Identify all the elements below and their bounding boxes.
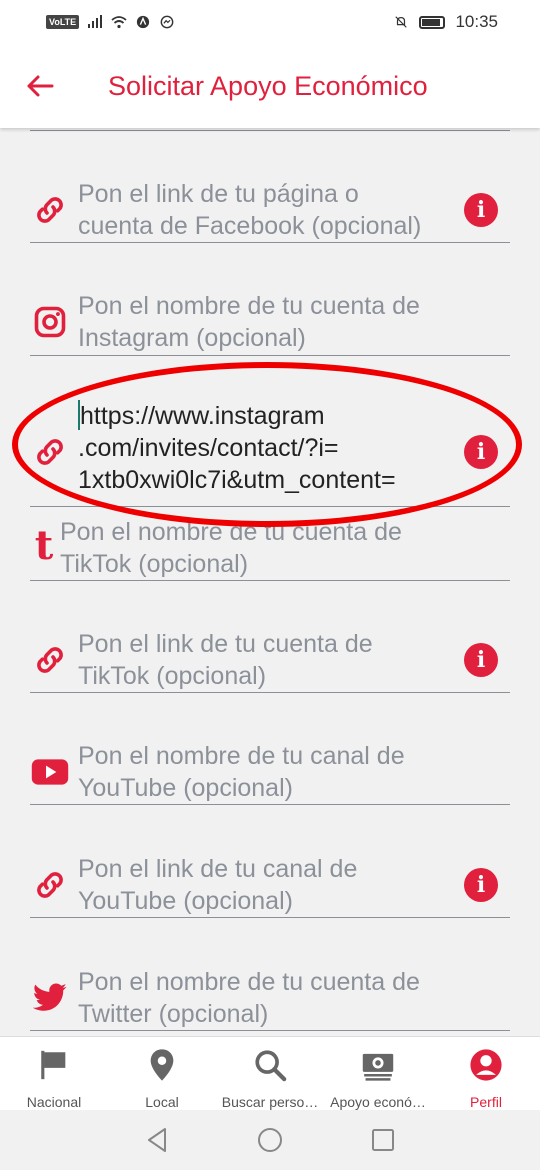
battery-icon xyxy=(419,15,446,29)
placeholder-line-2: Twitter (opcional) xyxy=(78,1000,269,1028)
recents-square-icon[interactable] xyxy=(371,1128,395,1152)
map-pin-icon xyxy=(144,1047,180,1082)
nav-item-nacional[interactable]: Nacional xyxy=(0,1037,108,1110)
instagram-name-placeholder: Pon el nombre de tu cuenta de Instagram … xyxy=(78,290,450,354)
placeholder-line-2: cuenta de Facebook (opcional) xyxy=(78,212,422,240)
instagram-name-field[interactable]: Pon el nombre de tu cuenta de Instagram … xyxy=(30,290,510,356)
profile-icon xyxy=(468,1047,504,1082)
youtube-link-placeholder: Pon el link de tu canal de YouTube (opci… xyxy=(78,853,450,917)
wifi-icon xyxy=(111,16,127,29)
nav-label: Buscar perso… xyxy=(221,1094,319,1110)
home-circle-icon[interactable] xyxy=(257,1127,283,1153)
facebook-link-field[interactable]: Pon el link de tu página o cuenta de Fac… xyxy=(30,178,510,243)
placeholder-line-2: TikTok (opcional) xyxy=(78,662,267,690)
navigation-app-icon xyxy=(137,15,150,29)
messenger-icon xyxy=(160,15,174,29)
nav-label: Apoyo econó… xyxy=(330,1094,426,1110)
tiktok-name-field[interactable]: t Pon el nombre de tu cuenta de TikTok (… xyxy=(30,516,510,581)
status-bar: VoLTE 10:35 xyxy=(0,0,540,44)
instagram-link-value: https://www.instagram .com/invites/conta… xyxy=(78,400,450,496)
system-navigation-bar xyxy=(0,1110,540,1170)
social-links-form: Pon el link de tu página o cuenta de Fac… xyxy=(0,128,540,1036)
youtube-info-button[interactable]: i xyxy=(464,868,498,902)
placeholder-line-2: YouTube (opcional) xyxy=(78,887,293,915)
placeholder-line-1: Pon el nombre de tu cuenta de xyxy=(78,968,420,996)
instagram-icon xyxy=(30,302,70,342)
instagram-link-info-button[interactable]: i xyxy=(464,435,498,469)
link-icon xyxy=(30,432,70,472)
placeholder-line-2: TikTok (opcional) xyxy=(60,550,249,578)
nav-item-local[interactable]: Local xyxy=(108,1037,216,1110)
nav-label: Nacional xyxy=(26,1094,82,1110)
status-left: VoLTE xyxy=(46,15,175,29)
placeholder-line-1: Pon el link de tu página o xyxy=(78,180,359,208)
link-icon xyxy=(30,865,70,905)
placeholder-line-1: Pon el nombre de tu cuenta de xyxy=(60,518,402,546)
volte-badge: VoLTE xyxy=(46,15,80,29)
placeholder-line-2: Instagram (opcional) xyxy=(78,324,306,352)
link-icon xyxy=(30,190,70,230)
placeholder-line-1: Pon el link de tu cuenta de xyxy=(78,630,373,658)
facebook-info-button[interactable]: i xyxy=(464,193,498,227)
youtube-name-field[interactable]: Pon el nombre de tu canal de YouTube (op… xyxy=(30,740,510,805)
tiktok-name-placeholder: Pon el nombre de tu cuenta de TikTok (op… xyxy=(60,516,450,580)
facebook-link-placeholder: Pon el link de tu página o cuenta de Fac… xyxy=(78,178,450,242)
status-time: 10:35 xyxy=(455,12,498,31)
value-line-1-text: https://www.instagram xyxy=(80,402,325,430)
nav-label: Local xyxy=(145,1094,179,1110)
bottom-navigation: Nacional Local Buscar perso… Apoyo econó… xyxy=(0,1036,540,1110)
twitter-name-field[interactable]: Pon el nombre de tu cuenta de Twitter (o… xyxy=(30,966,510,1031)
search-icon xyxy=(252,1047,288,1082)
value-line-2: .com/invites/contact/?i= xyxy=(78,434,339,462)
link-icon xyxy=(30,640,70,680)
back-button[interactable] xyxy=(0,44,80,128)
app-bar: Solicitar Apoyo Económico xyxy=(0,44,540,128)
back-arrow-icon xyxy=(27,75,54,97)
twitter-icon xyxy=(30,978,70,1018)
tiktok-link-placeholder: Pon el link de tu cuenta de TikTok (opci… xyxy=(78,628,450,692)
back-triangle-icon[interactable] xyxy=(145,1127,169,1153)
youtube-link-field[interactable]: Pon el link de tu canal de YouTube (opci… xyxy=(30,853,510,918)
youtube-name-placeholder: Pon el nombre de tu canal de YouTube (op… xyxy=(78,740,450,804)
nav-item-perfil[interactable]: Perfil xyxy=(432,1037,540,1110)
flag-icon xyxy=(36,1047,72,1082)
nav-item-buscar[interactable]: Buscar perso… xyxy=(216,1037,324,1110)
signal-icon xyxy=(88,15,103,28)
value-line-1: https://www.instagram xyxy=(78,400,450,432)
tiktok-t-icon: t xyxy=(34,522,54,569)
placeholder-line-1: Pon el nombre de tu cuenta de xyxy=(78,292,420,320)
instagram-link-field[interactable]: https://www.instagram .com/invites/conta… xyxy=(30,398,510,507)
youtube-icon xyxy=(30,752,70,792)
status-right: 10:35 xyxy=(393,12,498,32)
nav-item-apoyo[interactable]: Apoyo econó… xyxy=(324,1037,432,1110)
placeholder-line-1: Pon el link de tu canal de xyxy=(78,855,358,883)
money-icon xyxy=(360,1047,396,1082)
previous-field-underline xyxy=(30,128,510,131)
nav-label: Perfil xyxy=(470,1094,502,1110)
tiktok-link-field[interactable]: Pon el link de tu cuenta de TikTok (opci… xyxy=(30,628,510,693)
twitter-name-placeholder: Pon el nombre de tu cuenta de Twitter (o… xyxy=(78,966,450,1030)
page-title: Solicitar Apoyo Económico xyxy=(108,70,428,101)
placeholder-line-1: Pon el nombre de tu canal de xyxy=(78,742,405,770)
value-line-3: 1xtb0xwi0lc7i&utm_content= xyxy=(78,466,396,494)
placeholder-line-2: YouTube (opcional) xyxy=(78,774,293,802)
muted-bell-icon xyxy=(395,16,408,28)
tiktok-info-button[interactable]: i xyxy=(464,643,498,677)
